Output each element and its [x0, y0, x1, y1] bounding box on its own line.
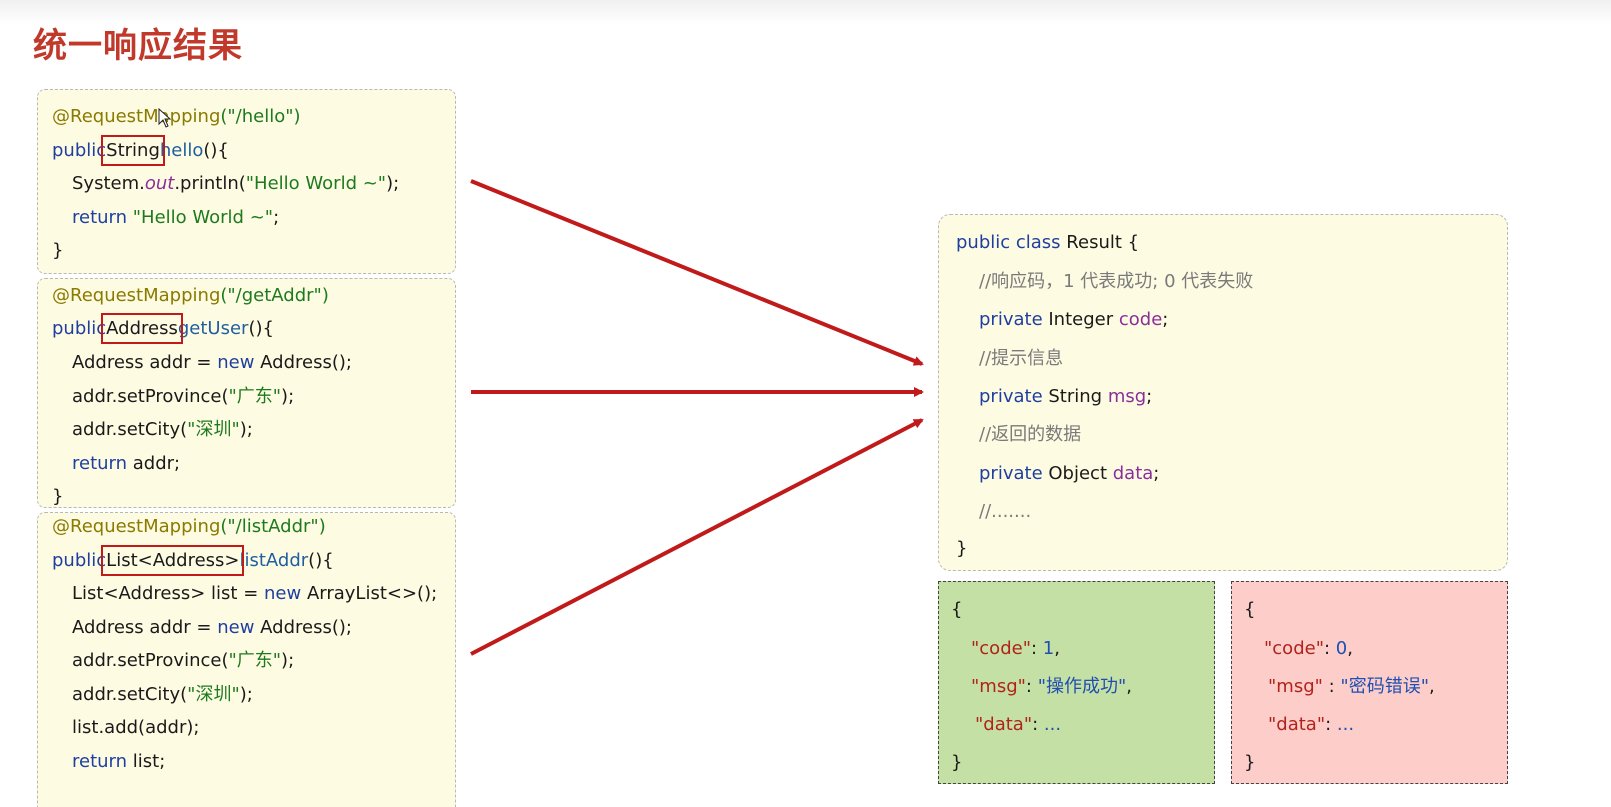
code-token: Result {: [1066, 232, 1140, 253]
code-token: //.......: [979, 500, 1032, 522]
code-token: //响应码，1 代表成功; 0 代表失败: [979, 271, 1254, 292]
class-member-line: private String msg;: [979, 385, 1152, 409]
code-token: ;: [1162, 309, 1169, 331]
code-token: String: [1048, 385, 1108, 407]
json-open-brace: {: [951, 599, 963, 620]
class-member-line: private Integer code;: [979, 308, 1168, 332]
code-token: code: [1118, 309, 1163, 331]
code-token: public class: [956, 232, 1067, 253]
json-close-brace: }: [951, 752, 963, 773]
json-msg-line: "msg" : "密码错误",: [1268, 676, 1435, 697]
arrow-listaddr-to-result: [470, 418, 924, 656]
code-token: private: [979, 385, 1049, 407]
code-token: private: [979, 309, 1049, 331]
code-token: data: [1112, 462, 1154, 484]
code-token: msg: [1107, 385, 1147, 407]
json-error-example: { "code": 0, "msg" : "密码错误", "data": ...…: [1231, 581, 1508, 784]
code-token: //提示信息: [979, 347, 1064, 369]
class-footer: }: [956, 538, 968, 559]
code-token: ;: [1146, 385, 1153, 407]
json-data-line: "data": ...: [975, 714, 1062, 735]
json-close-brace: }: [1244, 752, 1256, 773]
class-member-line: //返回的数据: [979, 423, 1081, 447]
class-member-line: private Object data;: [979, 462, 1159, 486]
code-token: ;: [1153, 462, 1160, 484]
class-member-line: //提示信息: [979, 347, 1063, 371]
result-class-block: public class Result { } //响应码，1 代表成功; 0 …: [938, 214, 1508, 571]
json-code-line: "code": 1,: [971, 638, 1060, 659]
class-member-line: //.......: [979, 500, 1031, 524]
json-data-line: "data": ...: [1268, 714, 1355, 735]
class-member-line: //响应码，1 代表成功; 0 代表失败: [979, 270, 1253, 294]
json-code-line: "code": 0,: [1264, 638, 1353, 659]
arrow-hello-to-result: [470, 179, 924, 366]
code-token: private: [979, 462, 1049, 484]
json-success-example: { "code": 1, "msg": "操作成功", "data": ... …: [938, 581, 1215, 784]
code-token: Integer: [1048, 309, 1119, 331]
json-open-brace: {: [1244, 599, 1256, 620]
class-header: public class Result {: [956, 231, 1139, 255]
mouse-pointer-icon: [158, 108, 172, 128]
json-msg-line: "msg": "操作成功",: [971, 676, 1132, 697]
code-token: Object: [1048, 462, 1113, 484]
code-token: //返回的数据: [979, 424, 1082, 446]
